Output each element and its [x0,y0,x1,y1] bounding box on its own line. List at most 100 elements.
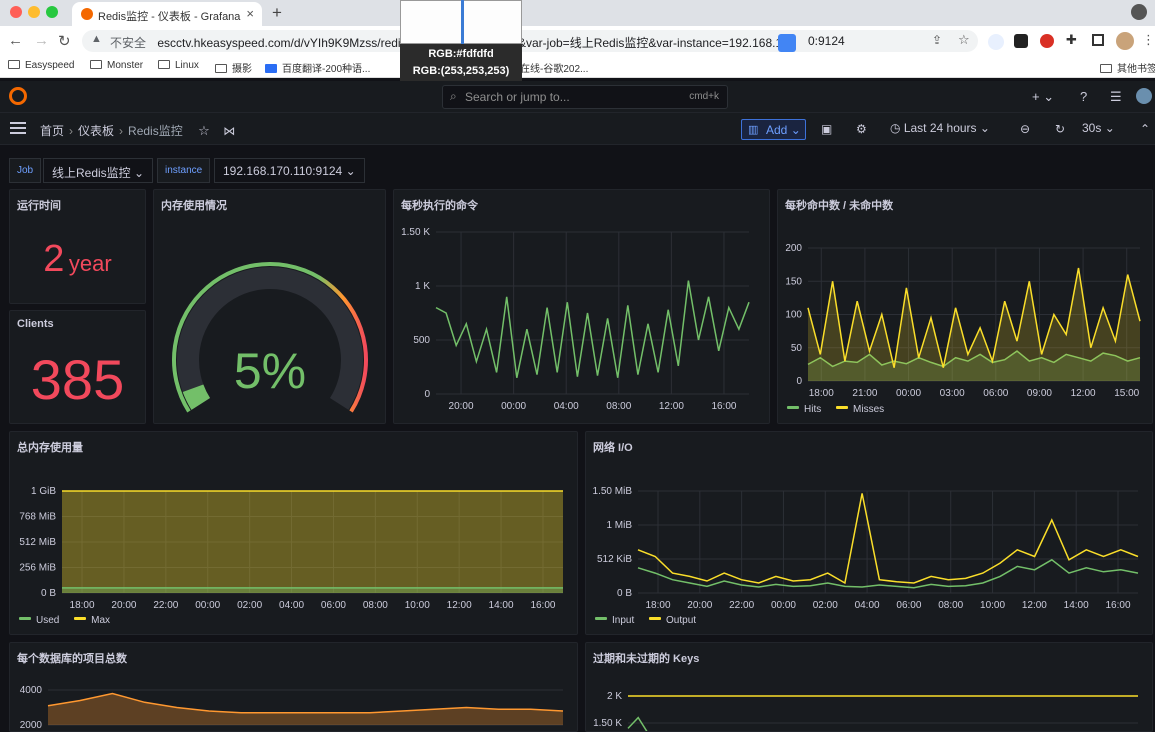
y-tick-label: 1.50 K [593,718,622,729]
series-line-Input[interactable] [637,558,1139,589]
x-tick-label: 04:00 [554,401,579,412]
address-bar-row: ← → ↻ ▲ 不安全 escctv.hkeasyspeed.com/d/vYI… [0,26,1155,56]
close-window-button[interactable] [10,6,22,18]
sidepanel-icon[interactable] [1092,34,1104,46]
x-tick-label: 10:00 [405,600,430,611]
series-line-0[interactable] [435,280,750,378]
browser-tab[interactable]: Redis监控 - 仪表板 - Grafana × [72,2,262,26]
refresh-interval-picker[interactable]: 30s ⌄ [1082,121,1115,135]
hits-panel: 每秒命中数 / 未命中数 0 50 100 150 200 18:00 21:00 00:00… [777,189,1153,424]
legend-swatch [74,617,87,620]
grafana-logo-icon[interactable] [9,87,27,105]
help-icon[interactable]: ? [1080,89,1087,104]
folder-icon [90,60,102,69]
hits-legend: Hits Misses [787,404,896,415]
db-items-panel: 每个数据库的项目总数 2000 4000 [9,642,578,732]
x-tick-label: 20:00 [449,401,474,412]
legend-item[interactable]: Input [595,615,634,626]
profile-avatar[interactable] [1116,32,1134,50]
folder-icon [8,60,20,69]
legend-item[interactable]: Misses [836,404,884,415]
legend-swatch [787,406,799,409]
star-icon[interactable]: ☆ [198,123,210,138]
insecure-label: 不安全 [110,36,147,50]
x-tick-label: 10:00 [980,600,1005,611]
tab-close-icon[interactable]: × [246,6,254,21]
news-feed-icon[interactable]: ☰ [1110,89,1122,105]
browser-tab-strip: Redis监控 - 仪表板 - Grafana × + [0,0,1155,26]
bookmark-easyspeed[interactable]: Easyspeed [8,60,74,71]
bookmark-photography[interactable]: 摄影 [215,60,252,75]
search-input[interactable]: ⌕ Search or jump to... cmd+k [442,85,728,109]
forward-arrow-icon[interactable]: → [34,32,49,49]
instance-select[interactable]: 192.168.170.110:9124 ⌄ [214,158,365,183]
new-tab-button[interactable]: + [272,3,282,23]
extension-icon[interactable] [988,34,1004,50]
chevron-down-icon: ⌄ [345,164,356,178]
x-tick-label: 20:00 [687,600,712,611]
legend-swatch [836,406,849,409]
panel-title: 运行时间 [17,200,61,212]
url-text-left: escctv.hkeasyspeed.com/d/vYIh9K9Mzss/red… [157,36,407,50]
chevron-up-icon[interactable]: ⌃ [1140,122,1150,136]
reload-icon[interactable]: ↻ [58,32,71,50]
url-input[interactable]: ▲ 不安全 escctv.hkeasyspeed.com/d/vYIh9K9Mz… [82,30,978,52]
panel-title: Clients [17,318,54,330]
share-icon[interactable]: ⋈ [223,124,235,138]
save-icon[interactable]: ▣ [821,122,832,136]
menu-icon[interactable] [10,122,26,134]
share-icon[interactable]: ⇪ [932,33,942,47]
series-line-Output[interactable] [637,493,1139,585]
x-tick-label: 04:00 [855,600,880,611]
series-line-1[interactable] [627,716,648,731]
minimize-window-button[interactable] [28,6,40,18]
adblock-icon[interactable] [1040,34,1054,48]
breadcrumb-home[interactable]: 首页 [40,124,64,138]
browser-menu-avatar[interactable] [1131,4,1147,20]
puzzle-icon[interactable]: ✚ [1066,32,1077,48]
keys-chart: 1.50 K 2 K [593,691,1138,731]
folder-icon [158,60,170,69]
clock-icon: ◷ [890,121,901,135]
y-tick-label: 2 K [607,691,622,702]
y-tick-label: 512 MiB [19,537,56,548]
new-plus-icon[interactable]: + ⌄ [1032,89,1054,105]
x-tick-label: 06:00 [321,600,346,611]
url-text-tail: 0:9124 [808,34,845,48]
x-tick-label: 16:00 [530,600,555,611]
bookmark-monster[interactable]: Monster [90,60,143,71]
job-select[interactable]: 线上Redis监控 ⌄ [43,158,154,183]
refresh-icon[interactable]: ↻ [1055,122,1065,136]
folder-icon [1100,64,1112,73]
x-tick-label: 22:00 [153,600,178,611]
legend-item[interactable]: Max [74,615,110,626]
chevron-down-icon: ⌄ [134,166,145,180]
breadcrumb-dashboards[interactable]: 仪表板 [78,124,114,138]
translate-icon[interactable] [778,34,796,52]
x-tick-label: 00:00 [896,388,921,399]
baidu-icon [265,64,277,73]
kebab-menu-icon[interactable]: ⋮ [1142,32,1155,48]
user-avatar[interactable] [1136,88,1152,104]
cursor-bar [461,0,464,44]
gear-icon[interactable]: ⚙ [856,122,867,136]
chevron-right-icon: › [119,124,124,138]
back-arrow-icon[interactable]: ← [8,32,23,49]
bookmark-other[interactable]: 其他书签 [1100,60,1155,75]
legend-item[interactable]: Output [649,615,696,626]
legend-item[interactable]: Used [19,615,59,626]
add-button[interactable]: ▥ Add ⌄ [741,119,806,140]
y-tick-label: 50 [791,343,803,354]
zoom-out-icon[interactable]: ⊖ [1020,122,1030,136]
instance-label: instance [157,158,211,183]
time-range-picker[interactable]: ◷ Last 24 hours ⌄ [890,121,990,135]
bookmark-star-icon[interactable]: ☆ [958,32,970,48]
bookmark-linux[interactable]: Linux [158,60,199,71]
extension-shield-icon[interactable] [1014,34,1028,48]
warning-icon: ▲ [91,33,102,45]
memory-gauge: 5% [172,262,368,413]
bookmark-baidu-translate[interactable]: 百度翻译-200种语... [265,60,370,75]
maximize-window-button[interactable] [46,6,58,18]
legend-item[interactable]: Hits [787,404,821,415]
x-tick-label: 18:00 [645,600,670,611]
